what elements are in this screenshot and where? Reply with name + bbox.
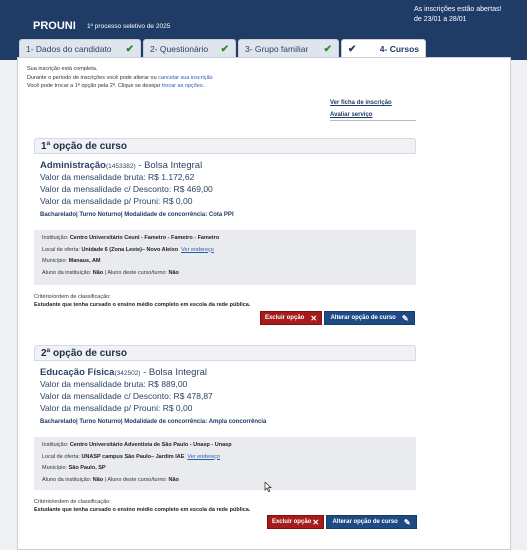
option-title: 2ª opção de curso [34,345,416,361]
close-icon: ✕ [312,517,320,527]
classification-criteria: Critério/ordem de classificação: Estudan… [34,294,251,308]
institution-info: Instituição: Centro Universitário Ceuni … [34,230,416,285]
message-swap: Você pode trocar a 1ª opção pela 2ª. Cli… [27,83,205,89]
pencil-icon: ✎ [403,517,411,527]
change-course-button[interactable]: Alterar opção de curso ✎ [324,311,415,325]
tab-label: 1- Dados do candidato [26,44,112,54]
check-icon: ✔ [323,43,332,55]
cancel-enrollment-link[interactable]: cancelar sua inscrição [158,75,212,81]
course-name: Administração(1453382) - Bolsa Integral [40,160,203,171]
edition-label: 1º processo seletivo de 2025 [87,23,171,30]
prouni-fee: Valor da mensalidade p/ Prouni: R$ 0,00 [40,196,193,206]
course-option-1: 1ª opção de curso Administração(1453382)… [34,138,416,325]
remove-option-button[interactable]: Excluir opção ✕ [267,515,324,529]
institution-info: Instituição: Centro Universitário Advent… [34,437,416,490]
gross-fee: Valor da mensalidade bruta: R$ 1.172,62 [40,172,195,182]
tab-label: 4- Cursos [379,44,419,54]
swap-options-link[interactable]: trocar as opções [162,83,203,89]
status-messages: Sua inscrição está completa. Durante o p… [27,65,213,91]
course-option-2: 2ª opção de curso Educação Física(342502… [34,345,417,529]
course-name: Educação Física(342502) - Bolsa Integral [40,367,208,378]
enrollment-notice: As inscrições estão abertas! de 23/01 a … [414,5,509,25]
change-course-button[interactable]: Alterar opção de curso ✎ [326,515,417,529]
option-title: 1ª opção de curso [34,138,416,154]
view-enrollment-form-link[interactable]: Ver ficha de inscrição [330,100,416,112]
view-address-link[interactable]: Ver endereço [187,454,220,460]
check-icon: ✔ [348,43,357,55]
tab-label: 3- Grupo familiar [245,44,309,54]
notice-line-2: de 23/01 a 28/01 [414,16,467,23]
tab-cursos[interactable]: ✔ 4- Cursos [341,39,426,58]
check-icon: ✔ [220,43,229,55]
tab-questionario[interactable]: 2- Questionário ✔ [143,39,236,58]
city-row: Município: São Paulo, SP [42,465,106,471]
tab-label: 2- Questionário [150,44,209,54]
city-row: Município: Manaus, AM [42,258,101,264]
message-complete: Sua inscrição está completa. [27,66,98,72]
course-details: Bacharelado| Turno Noturno| Modalidade d… [40,212,234,218]
institution-row: Instituição: Centro Universitário Advent… [42,442,232,448]
view-address-link[interactable]: Ver endereço [181,247,214,253]
check-icon: ✔ [125,43,134,55]
courses-panel: Sua inscrição está completa. Durante o p… [17,57,511,550]
message-alter: Durante o período de inscrições você pod… [27,74,213,81]
mouse-cursor-icon [264,482,272,492]
institution-row: Instituição: Centro Universitário Ceuni … [42,235,220,241]
divider [330,120,416,121]
discount-fee: Valor da mensalidade c/ Desconto: R$ 469… [40,184,213,194]
notice-line-1: As inscrições estão abertas! [414,6,502,13]
tab-dados-candidato[interactable]: 1- Dados do candidato ✔ [19,39,141,58]
prouni-fee: Valor da mensalidade p/ Prouni: R$ 0,00 [40,403,193,413]
classification-criteria: Critério/ordem de classificação: Estudan… [34,499,251,513]
location-row: Local de oferta: Unidade 6 (Zona Leste)–… [42,246,214,253]
close-icon: ✕ [310,313,318,323]
course-summary: Administração(1453382) - Bolsa Integral … [34,154,416,221]
course-details: Bacharelado| Turno Noturno| Modalidade d… [40,419,267,425]
student-row: Aluno da instituição: Não | Aluno deste … [42,476,179,483]
tab-grupo-familiar[interactable]: 3- Grupo familiar ✔ [238,39,339,58]
student-row: Aluno da instituição: Não | Aluno deste … [42,269,179,276]
remove-option-button[interactable]: Excluir opção ✕ [260,311,322,325]
brand-logo: PROUNI [33,20,76,32]
discount-fee: Valor da mensalidade c/ Desconto: R$ 478… [40,391,213,401]
step-tabs: 1- Dados do candidato ✔ 2- Questionário … [19,39,428,58]
location-row: Local de oferta: UNASP campus São Paulo–… [42,453,221,460]
pencil-icon: ✎ [401,313,409,323]
gross-fee: Valor da mensalidade bruta: R$ 889,00 [40,379,188,389]
course-summary: Educação Física(342502) - Bolsa Integral… [34,361,416,428]
rate-service-link[interactable]: Avaliar serviço [330,112,416,124]
